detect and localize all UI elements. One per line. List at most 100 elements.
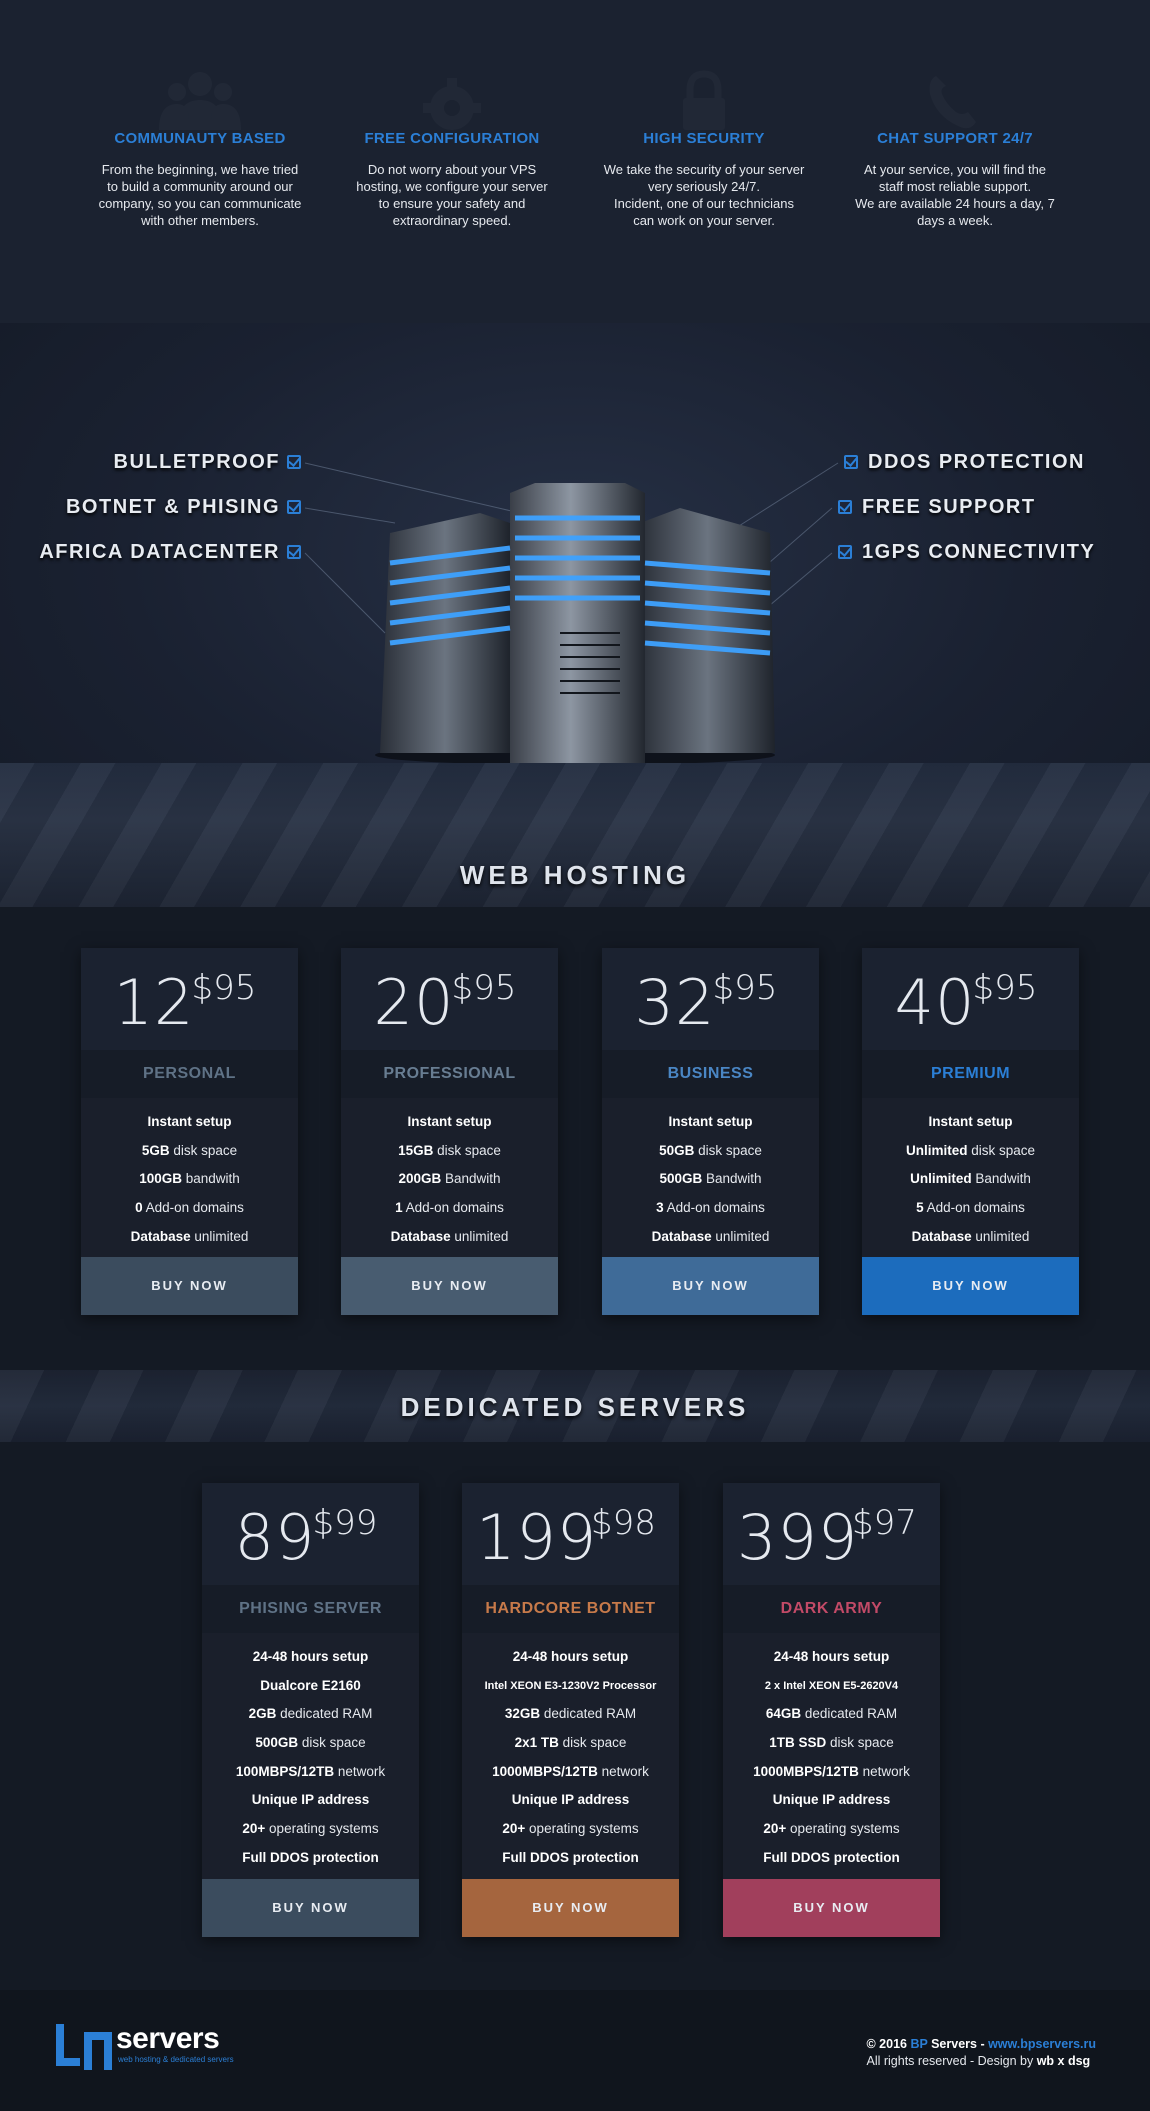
logo-mark-icon (56, 2024, 112, 2070)
price-dollars: 32 (634, 966, 716, 1039)
plan-card: 20 $95 PROFESSIONAL Instant setup 15GB disk … (341, 948, 558, 1316)
buy-now-button[interactable]: BUY NOW (341, 1257, 558, 1316)
buy-now-button[interactable]: BUY NOW (862, 1257, 1079, 1316)
price-dollars: 40 (894, 966, 976, 1039)
spec-item: 64GB dedicated RAM (765, 1706, 898, 1722)
community-icon (159, 72, 241, 130)
buy-now-button[interactable]: BUY NOW (202, 1878, 419, 1937)
features-section: COMMUNAUTY BASED From the beginning, we … (0, 0, 1150, 323)
plan-card: 89 $99 PHISING SERVER 24-48 hours setup Dual… (202, 1483, 419, 1937)
buy-now-button[interactable]: BUY NOW (81, 1257, 298, 1316)
spec-item: 15GB disk space (398, 1142, 501, 1158)
plan-specs: 24-48 hours setup Intel XEON E3-1230V2 Pr… (462, 1633, 679, 1879)
spec-item: 32GB dedicated RAM (504, 1706, 637, 1722)
hero-section: BULLETPROOF BOTNET & PHISING AFRICA DATA… (0, 323, 1150, 907)
price-dollars: 399 (737, 1501, 859, 1574)
check-icon (287, 545, 301, 559)
check-icon (838, 545, 852, 559)
spec-item: Full DDOS protection (763, 1849, 900, 1865)
check-icon (287, 500, 301, 514)
plan-name: PREMIUM (862, 1050, 1079, 1098)
plan-name: PROFESSIONAL (341, 1050, 558, 1098)
spec-item: 1 Add-on domains (395, 1200, 504, 1216)
price-cents: $98 (591, 1503, 656, 1543)
feature-title: FREE CONFIGURATION (364, 130, 540, 147)
feature-text: Do not worry about your VPS hosting, we c… (356, 162, 548, 228)
plan-specs: 24-48 hours setup Dualcore E2160 2GB dedic… (202, 1633, 419, 1879)
spec-item: Database unlimited (130, 1228, 249, 1244)
buy-now-button[interactable]: BUY NOW (602, 1257, 819, 1316)
spec-item: 24-48 hours setup (512, 1649, 629, 1664)
buy-now-button[interactable]: BUY NOW (462, 1878, 679, 1937)
spec-item: 20+ operating systems (242, 1821, 379, 1837)
spec-item: Instant setup (668, 1114, 753, 1129)
lock-icon (683, 70, 725, 130)
feature-text: From the beginning, we have tried to buil… (98, 162, 302, 228)
spec-item: 2x1 TB disk space (514, 1735, 627, 1751)
plan-card: 12 $95 PERSONAL Instant setup 5GB disk space… (81, 948, 298, 1316)
site-link[interactable]: www.bpservers.ru (988, 2037, 1096, 2051)
price-dollars: 12 (113, 966, 195, 1039)
servers-illustration (375, 483, 775, 763)
buy-now-button[interactable]: BUY NOW (723, 1878, 940, 1937)
hero-feature-botnet: BOTNET & PHISING (65, 496, 280, 518)
price-cents: $99 (312, 1503, 378, 1543)
hero-feature-africa: AFRICA DATACENTER (39, 541, 280, 563)
spec-item: 1000MBPS/12TB network (753, 1763, 910, 1779)
spec-item: Instant setup (407, 1114, 492, 1129)
plan-name: HARDCORE BOTNET (462, 1585, 679, 1633)
price-cents: $95 (712, 968, 778, 1008)
plan-price: 40 $95 (862, 948, 1079, 1050)
feature-title: HIGH SECURITY (643, 130, 765, 147)
plan-price: 32 $95 (602, 948, 819, 1050)
gear-icon (423, 78, 481, 130)
feature-support: CHAT SUPPORT 24/7 At your service, you w… (840, 60, 1070, 229)
spec-item: Dualcore E2160 (260, 1677, 361, 1693)
spec-item: Unlimited Bandwith (910, 1171, 1031, 1187)
copyright: © 2016 BP Servers - www.bpservers.ru All… (866, 2037, 1097, 2068)
spec-item: 1000MBPS/12TB network (492, 1763, 649, 1779)
spec-item: 200GB Bandwith (398, 1171, 501, 1187)
plan-specs: Instant setup 50GB disk space 500GB Bandwi… (602, 1098, 819, 1258)
price-cents: $95 (451, 968, 517, 1008)
spec-item: Database unlimited (911, 1228, 1030, 1244)
spec-item: 1TB SSD disk space (769, 1735, 894, 1751)
plan-card: 199 $98 HARDCORE BOTNET 24-48 hours setup In… (462, 1483, 679, 1937)
hero-feature-support: FREE SUPPORT (862, 496, 1036, 518)
spec-item: 20+ operating systems (502, 1821, 639, 1837)
spec-item: 3 Add-on domains (656, 1200, 765, 1216)
plan-specs: Instant setup 5GB disk space 100GB bandwit… (81, 1098, 298, 1258)
footer: servers web hosting & dedicated servers … (0, 1990, 1150, 2111)
dedicated-servers-title: DEDICATED SERVERS (400, 1392, 750, 1422)
feature-community: COMMUNAUTY BASED From the beginning, we … (85, 60, 315, 229)
plan-name: DARK ARMY (723, 1585, 940, 1633)
price-cents: $97 (852, 1503, 917, 1543)
spec-item: 100GB bandwith (139, 1171, 240, 1187)
plan-price: 89 $99 (202, 1483, 419, 1585)
feature-title: COMMUNAUTY BASED (114, 130, 286, 147)
price-cents: $95 (972, 968, 1038, 1008)
check-icon (844, 455, 858, 469)
designer-name: wb x dsg (1036, 2054, 1091, 2068)
spec-item: Instant setup (928, 1114, 1013, 1129)
spec-item: 2 x Intel XEON E5-2620V4 (764, 1679, 899, 1692)
plan-specs: 24-48 hours setup 2 x Intel XEON E5-2620V… (723, 1633, 940, 1879)
feature-title: CHAT SUPPORT 24/7 (877, 130, 1033, 147)
check-icon (287, 455, 301, 469)
spec-item: Unique IP address (511, 1792, 630, 1808)
spec-item: Database unlimited (390, 1228, 509, 1244)
spec-item: 50GB disk space (659, 1142, 762, 1158)
plan-price: 199 $98 (462, 1483, 679, 1585)
hero-feature-ddos: DDOS PROTECTION (868, 451, 1085, 473)
feature-text: We take the security of your server very … (603, 162, 805, 228)
plan-price: 399 $97 (723, 1483, 940, 1585)
web-hosting-title: WEB HOSTING (459, 860, 691, 890)
spec-item: 100MBPS/12TB network (235, 1763, 386, 1779)
plan-name: BUSINESS (602, 1050, 819, 1098)
spec-item: 20+ operating systems (763, 1821, 900, 1837)
spec-item: 24-48 hours setup (252, 1649, 369, 1664)
price-cents: $95 (191, 968, 257, 1008)
plan-price: 20 $95 (341, 948, 558, 1050)
plan-specs: Instant setup 15GB disk space 200GB Bandwi… (341, 1098, 558, 1258)
spec-item: Full DDOS protection (502, 1849, 639, 1865)
